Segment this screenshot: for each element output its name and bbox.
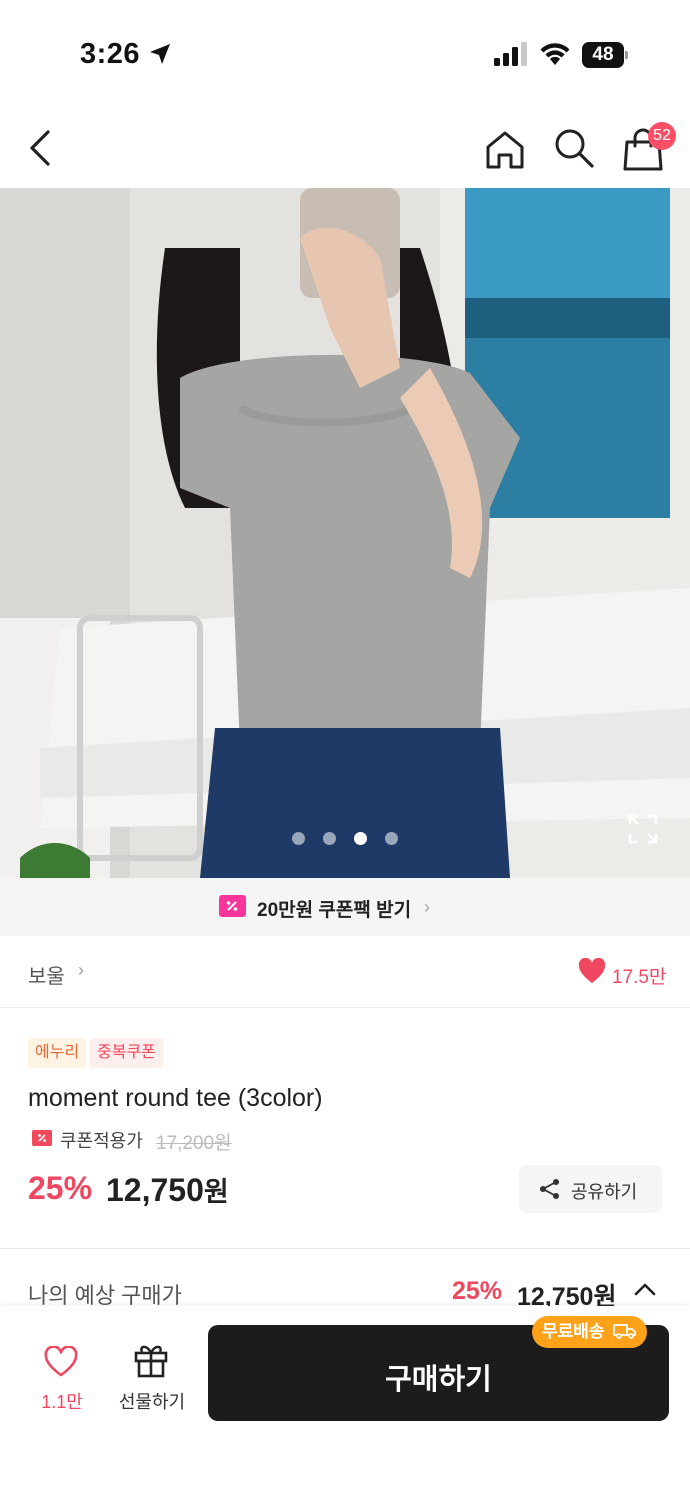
coupon-ticket-icon <box>32 1130 52 1146</box>
chevron-up-icon[interactable] <box>634 1282 656 1296</box>
sale-price-currency: 원 <box>203 1177 229 1207</box>
share-button[interactable]: 공유하기 <box>519 1165 662 1213</box>
fullscreen-expand-icon[interactable] <box>628 814 658 844</box>
discount-rate: 25% <box>28 1170 93 1206</box>
expected-price-row[interactable]: 나의 예상 구매가 25% 12,750원 <box>0 1260 690 1306</box>
tag-enuri: 에누리 <box>28 1038 87 1068</box>
coupon-banner-text: 20만원 쿠폰팩 받기 <box>257 900 412 921</box>
product-image[interactable] <box>0 188 690 878</box>
home-icon[interactable] <box>483 128 527 172</box>
sale-price: 12,750원 <box>106 1170 229 1209</box>
tag-duplicate-coupon: 중복쿠폰 <box>90 1038 163 1068</box>
top-nav-bar <box>0 110 690 188</box>
battery-level: 48 <box>582 42 624 68</box>
search-icon[interactable] <box>552 126 596 170</box>
chevron-right-icon: › <box>424 897 430 917</box>
status-time: 3:26 <box>80 38 141 70</box>
shop-name-link[interactable]: 보울 <box>28 960 65 989</box>
pagination-dot[interactable] <box>323 832 336 845</box>
wishlist-count: 1.1만 <box>41 1392 83 1412</box>
gift-icon <box>134 1345 168 1378</box>
pagination-dot[interactable] <box>292 832 305 845</box>
battery-indicator: 48 <box>582 42 628 68</box>
expected-price-value: 12,750원 <box>517 1283 617 1306</box>
original-price: 17,200원 <box>156 1133 232 1154</box>
status-bar: 3:26 48 <box>0 0 690 110</box>
product-title: moment round tee (3color) <box>28 1084 323 1112</box>
heart-outline-icon <box>44 1346 78 1377</box>
share-icon <box>540 1179 559 1199</box>
coupon-ticket-icon <box>219 895 246 917</box>
gift-label: 선물하기 <box>118 1392 186 1412</box>
chevron-right-icon: › <box>78 960 84 980</box>
share-label: 공유하기 <box>571 1182 638 1202</box>
heart-filled-icon[interactable] <box>578 958 606 984</box>
shop-info-row: 보울 › 17.5만 <box>0 936 690 1008</box>
gift-button[interactable]: 선물하기 <box>112 1342 192 1416</box>
pagination-dot-active[interactable] <box>354 832 367 845</box>
free-shipping-badge: 무료배송 <box>532 1316 648 1348</box>
shop-like-count: 17.5만 <box>612 967 667 988</box>
coupon-applied-label: 쿠폰적용가 <box>60 1131 143 1151</box>
wishlist-button[interactable]: 1.1만 <box>30 1346 94 1416</box>
wifi-icon <box>540 43 570 65</box>
expected-price-label: 나의 예상 구매가 <box>28 1283 182 1306</box>
battery-tip <box>625 51 628 59</box>
product-photo-illustration <box>0 188 690 878</box>
free-shipping-label: 무료배송 <box>542 1322 605 1341</box>
pagination-dot[interactable] <box>385 832 398 845</box>
cart-count-badge: 52 <box>648 122 676 150</box>
truck-icon <box>613 1324 637 1339</box>
cellular-signal-icon <box>494 42 527 66</box>
location-arrow-icon <box>150 44 170 64</box>
coupon-pack-banner[interactable]: 20만원 쿠폰팩 받기 › <box>0 878 690 936</box>
expected-discount-rate: 25% <box>452 1277 503 1305</box>
back-arrow-icon[interactable] <box>22 126 62 170</box>
section-divider <box>0 1248 690 1249</box>
buy-label: 구매하기 <box>385 1364 492 1396</box>
sale-price-amount: 12,750 <box>106 1172 204 1208</box>
